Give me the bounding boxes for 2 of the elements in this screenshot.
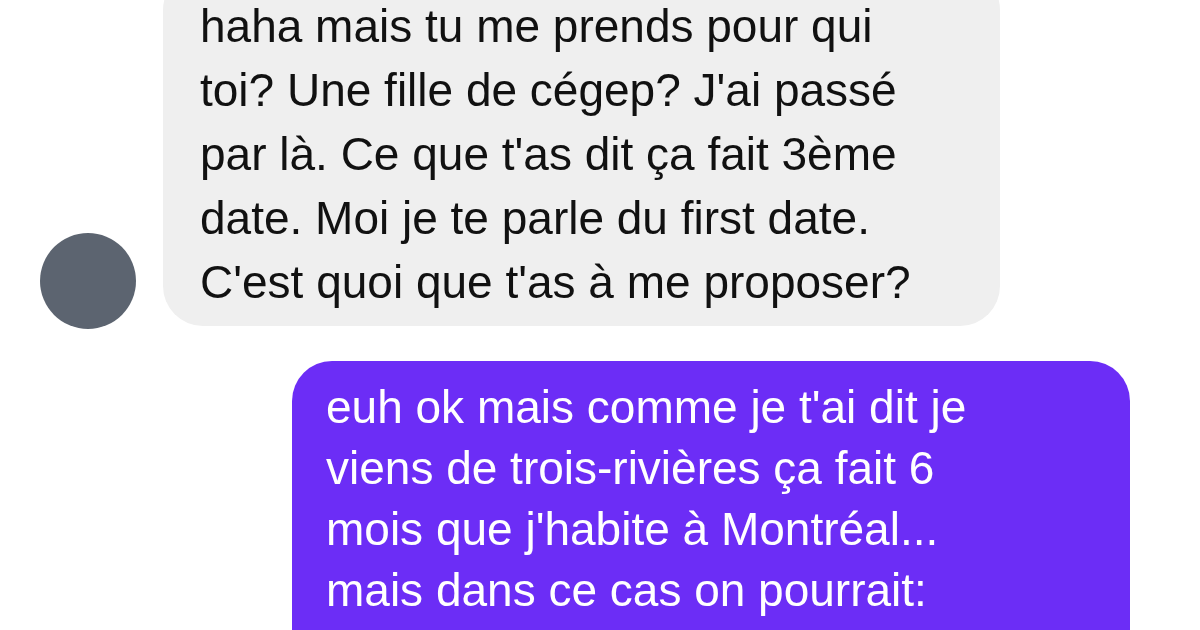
received-message-bubble: haha mais tu me prends pour qui toi? Une fille de cégep? J'ai passé par là. Ce que t'as dit ça fait 3ème date. Moi je te parle du first date. C'est quoi que t'as à me proposer? [163,0,1000,326]
sent-message-bubble: euh ok mais comme je t'ai dit je viens de trois-rivières ça fait 6 mois que j'habite à Montréal... mais dans ce cas on pourrait: [292,361,1130,630]
